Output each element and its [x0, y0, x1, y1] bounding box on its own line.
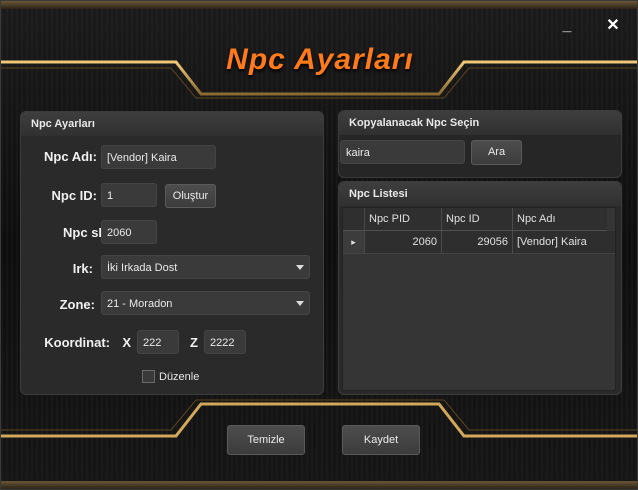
npc-spid-input[interactable]: 2060 — [101, 220, 157, 244]
cell-name: [Vendor] Kaira — [517, 236, 587, 248]
column-header-pid[interactable]: Npc PID — [365, 208, 442, 230]
edit-checkbox-label: Düzenle — [159, 371, 200, 383]
row-selector-arrow-icon: ▸ — [343, 231, 365, 253]
bottom-band — [1, 481, 637, 489]
generate-button[interactable]: Oluştur — [165, 184, 216, 208]
column-header-name[interactable]: Npc Adı — [513, 208, 607, 230]
zone-label: Zone: — [59, 297, 95, 312]
npc-id-label: Npc ID: — [51, 188, 98, 203]
column-header-id[interactable]: Npc ID — [442, 208, 513, 230]
npc-list-table[interactable]: Npc PID Npc ID Npc Adı ▸ 2060 29056 [Ven… — [342, 207, 616, 391]
race-select[interactable]: İki Irkada Dost — [101, 255, 310, 279]
search-button[interactable]: Ara — [471, 140, 522, 165]
top-band — [1, 1, 637, 9]
npc-search-input[interactable]: kaira — [340, 140, 465, 164]
close-button[interactable]: ✕ — [602, 15, 624, 37]
chevron-down-icon — [296, 301, 304, 306]
x-label: X — [122, 335, 131, 350]
z-coordinate-input[interactable]: 2222 — [204, 330, 246, 354]
chevron-down-icon — [296, 265, 304, 270]
save-button[interactable]: Kaydet — [342, 425, 420, 455]
npc-id-input[interactable]: 1 — [101, 183, 157, 207]
row-header-corner — [343, 208, 365, 230]
npc-settings-header: Npc Ayarları — [21, 112, 323, 136]
cell-id: 29056 — [442, 231, 513, 253]
npc-list-header: Npc Listesi — [339, 182, 621, 206]
race-label: Irk: — [72, 261, 93, 276]
npc-name-label: Npc Adı: — [44, 149, 97, 164]
npc-settings-window: Npc Ayarları _ ✕ Npc Ayarları Npc Adı: [… — [0, 0, 638, 490]
cell-pid: 2060 — [365, 231, 442, 253]
gold-frame-bottom — [1, 399, 637, 438]
race-select-value: İki Irkada Dost — [107, 262, 178, 274]
clear-button[interactable]: Temizle — [227, 425, 305, 455]
copy-npc-header: Kopyalanacak Npc Seçin — [339, 111, 621, 135]
x-coordinate-input[interactable]: 222 — [137, 330, 179, 354]
table-header: Npc PID Npc ID Npc Adı — [343, 208, 607, 231]
table-row[interactable]: ▸ 2060 29056 [Vendor] Kaira — [343, 231, 615, 254]
minimize-button[interactable]: _ — [556, 15, 578, 37]
page-title: Npc Ayarları — [226, 43, 414, 76]
coordinate-label: Koordinat: — [44, 335, 110, 350]
zone-select[interactable]: 21 - Moradon — [101, 291, 310, 315]
z-label: Z — [190, 335, 198, 350]
npc-name-input[interactable]: [Vendor] Kaira — [101, 145, 216, 169]
zone-select-value: 21 - Moradon — [107, 298, 173, 310]
edit-checkbox[interactable] — [142, 370, 155, 383]
